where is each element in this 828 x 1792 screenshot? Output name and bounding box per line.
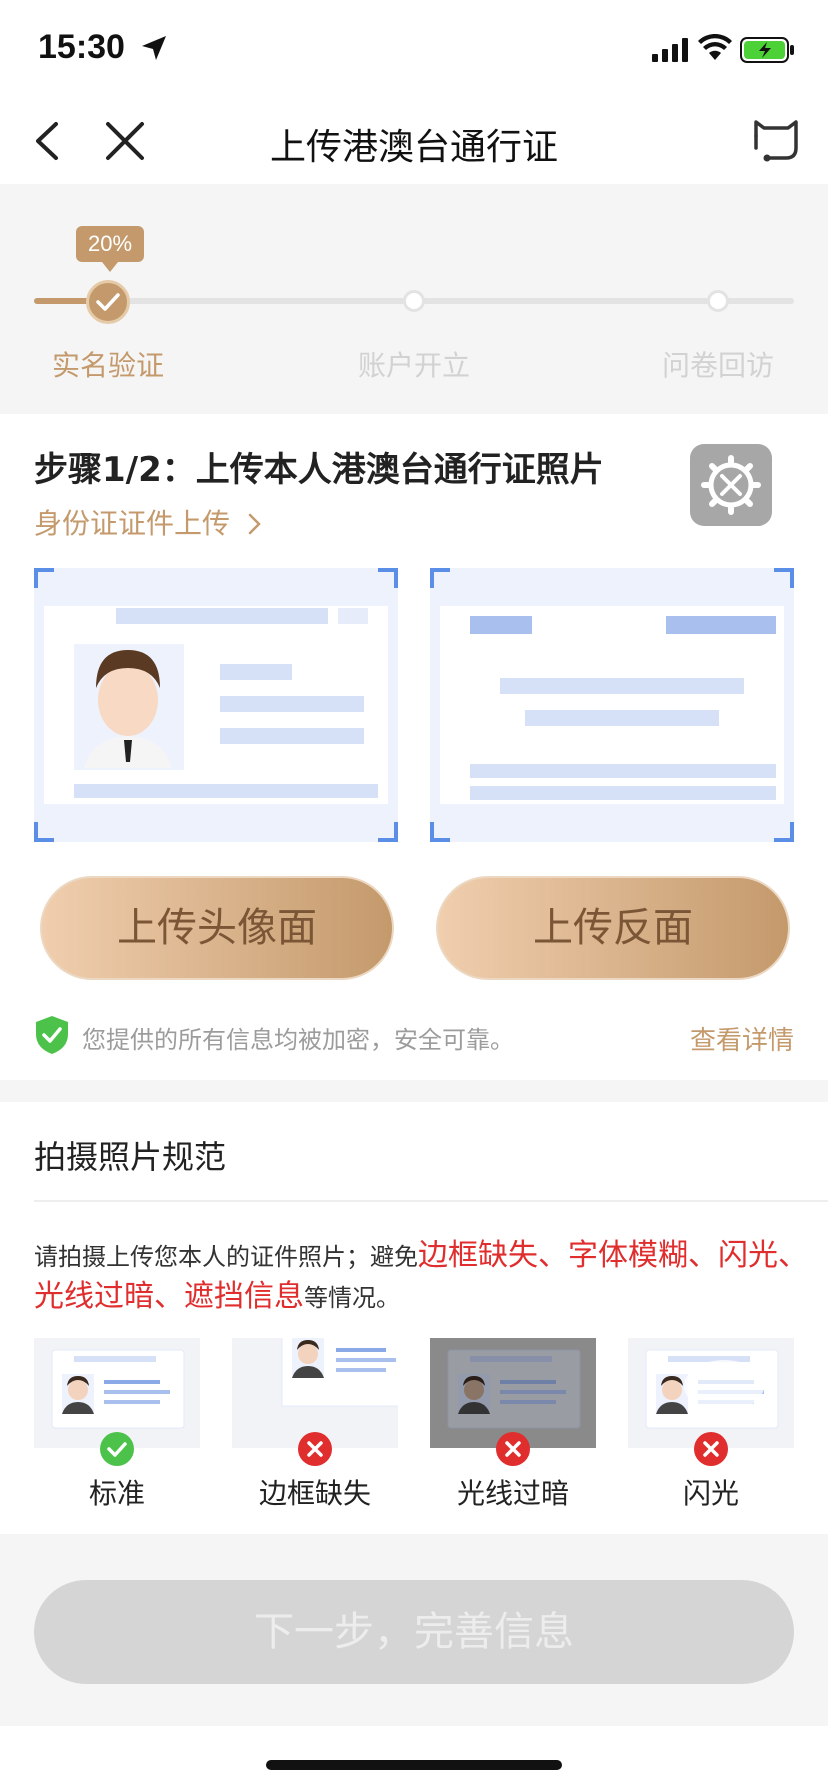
step-label-account: 账户开立 [357,349,470,382]
step-node-2 [403,290,425,312]
view-details-link[interactable]: 查看详情 [690,1020,794,1057]
status-time: 15:30 [38,28,125,66]
divider [34,1200,828,1202]
sample-label-too-dark: 光线过暗 [456,1477,569,1510]
page-title: 上传港澳台通行证 [269,127,558,168]
guide-text-suffix: 等情况。 [304,1284,400,1312]
step-label-verify: 实名验证 [51,349,164,382]
progress-percent-badge: 20% [76,226,144,272]
sample-label-border-missing: 边框缺失 [258,1477,371,1510]
cellular-signal-icon [652,38,688,62]
home-indicator [266,1760,562,1770]
photo-guide: 拍摄照片规范 请拍摄上传您本人的证件照片；避免边框缺失、字体模糊、闪光、光线过暗… [0,1102,828,1534]
step-node-3 [707,290,729,312]
sample-label-flash: 闪光 [682,1477,739,1510]
sample-label-standard: 标准 [88,1477,145,1510]
id-card-upload-label: 身份证证件上传 [34,507,231,540]
error-x-icon [694,1432,728,1466]
photo-guide-text: 请拍摄上传您本人的证件照片；避免边框缺失、字体模糊、闪光、光线过暗、遮挡信息等情… [34,1236,814,1318]
guide-text-prefix: 请拍摄上传您本人的证件照片；避免 [34,1243,418,1271]
nav-bar: 上传港澳台通行证 [0,98,828,184]
battery-charging-icon [740,37,794,63]
progress-section: 20% 实名验证 账户开立 问卷回访 [0,184,828,414]
id-front-illustration [44,606,388,804]
upload-back-button[interactable]: 上传反面 [436,876,790,980]
location-arrow-icon [142,36,166,60]
shield-check-icon [36,1016,68,1054]
wifi-icon [698,34,732,60]
status-bar: 15:30 [0,0,828,98]
next-step-button[interactable]: 下一步，完善信息 [34,1580,794,1684]
gear-wrench-icon [701,455,761,515]
error-x-icon [298,1432,332,1466]
id-front-preview[interactable] [34,568,398,842]
tools-button[interactable] [690,444,772,526]
bottom-safe-area [0,1726,828,1792]
security-text: 您提供的所有信息均被加密，安全可靠。 [82,1026,514,1054]
check-icon [96,293,120,311]
error-x-icon [496,1432,530,1466]
security-notice: 您提供的所有信息均被加密，安全可靠。 查看详情 [34,1014,794,1058]
step-label-survey: 问卷回访 [661,349,774,382]
id-back-preview[interactable] [430,568,794,842]
ok-check-icon [100,1432,134,1466]
upload-front-button[interactable]: 上传头像面 [40,876,394,980]
footer: 下一步，完善信息 [0,1534,828,1726]
id-back-illustration [440,606,784,804]
upload-card: 步骤1/2：上传本人港澳台通行证照片 身份证证件上传 上传头像面 上传反面 您提… [0,414,828,1080]
chevron-right-icon [248,513,261,535]
step-done-node [86,280,130,324]
upload-step-title: 步骤1/2：上传本人港澳台通行证照片 [34,450,604,490]
customer-service-icon[interactable] [750,114,802,166]
id-card-upload-link[interactable]: 身份证证件上传 [34,502,265,542]
photo-guide-title: 拍摄照片规范 [34,1138,227,1176]
